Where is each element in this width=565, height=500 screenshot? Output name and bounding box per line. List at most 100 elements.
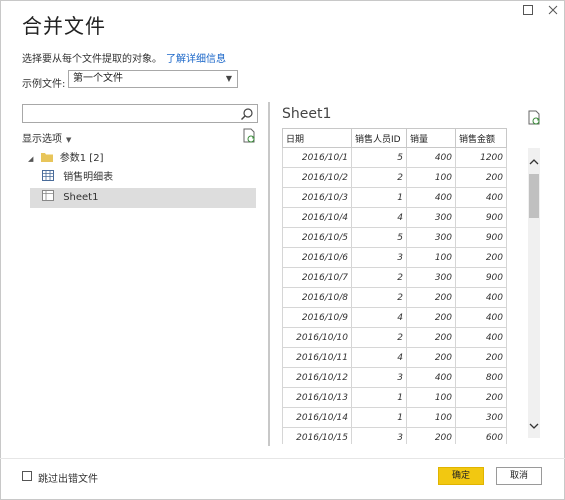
table-cell: 400 [455,187,507,208]
close-button[interactable] [546,4,560,18]
maximize-button[interactable] [521,4,535,18]
expand-triangle-icon[interactable]: ◢ [28,155,33,163]
table-cell: 2016/10/8 [282,287,352,308]
table-row: 2016/10/11 4 200 200 [282,347,507,368]
table-row: 2016/10/14 1 100 300 [282,407,507,428]
ok-button[interactable]: 确定 [438,467,484,485]
table-cell: 5 [351,227,407,248]
table-cell: 2016/10/6 [282,247,352,268]
table-cell: 2016/10/15 [282,427,352,444]
folder-label: 参数1 [2] [59,153,104,164]
table-cell: 1 [351,187,407,208]
table-row: 2016/10/13 1 100 200 [282,387,507,408]
skip-errors-checkbox[interactable] [22,471,32,481]
chevron-down-icon [529,423,539,429]
table-cell: 200 [455,347,507,368]
display-options-label: 显示选项 [22,134,62,145]
table-cell: 800 [455,367,507,388]
display-options-dropdown[interactable]: 显示选项 ▼ [22,130,71,145]
table-cell: 4 [351,307,407,328]
table-cell: 4 [351,347,407,368]
table-cell: 5 [351,147,407,168]
table-row: 2016/10/2 2 100 200 [282,167,507,188]
table-row: 2016/10/9 4 200 400 [282,307,507,328]
sample-file-value: 第一个文件 [73,73,123,84]
instruction-text: 选择要从每个文件提取的对象。 了解详细信息 [22,50,226,65]
table-cell: 2016/10/2 [282,167,352,188]
panel-divider[interactable] [268,102,270,446]
table-cell: 2016/10/9 [282,307,352,328]
preview-table-container: 日期 销售人员ID 销量 销售金额 2016/10/1 5 400 1200 2016/… [282,128,510,444]
table-cell: 400 [455,287,507,308]
preview-table: 日期 销售人员ID 销量 销售金额 2016/10/1 5 400 1200 2016/… [282,128,507,444]
table-cell: 2016/10/13 [282,387,352,408]
tree-item-sales-detail[interactable]: 销售明细表 [42,168,256,188]
table-row: 2016/10/12 3 400 800 [282,367,507,388]
table-cell: 400 [455,307,507,328]
folder-icon [40,153,53,162]
close-icon [548,5,558,15]
sheet-icon [42,190,54,201]
scroll-down-button[interactable] [528,422,540,434]
sample-file-select[interactable]: 第一个文件 ▼ [68,70,238,88]
table-cell: 200 [406,327,456,348]
chevron-down-icon: ▼ [66,136,72,144]
table-icon [42,170,54,181]
refresh-icon [528,110,540,125]
tree-item-label: Sheet1 [63,192,99,203]
table-cell: 200 [406,347,456,368]
table-cell: 100 [406,407,456,428]
column-header-amount: 销售金额 [455,128,507,148]
table-cell: 200 [455,387,507,408]
tree-item-sheet1[interactable]: Sheet1 [30,188,256,208]
table-cell: 300 [406,267,456,288]
table-cell: 2016/10/12 [282,367,352,388]
refresh-icon [243,128,255,143]
table-cell: 400 [406,147,456,168]
table-cell: 2 [351,167,407,188]
column-header-salesperson-id: 销售人员ID [351,128,407,148]
table-cell: 200 [406,427,456,444]
scroll-up-button[interactable] [528,158,540,170]
table-cell: 3 [351,427,407,444]
table-row: 2016/10/4 4 300 900 [282,207,507,228]
table-row: 2016/10/3 1 400 400 [282,187,507,208]
learn-more-link[interactable]: 了解详细信息 [166,54,226,65]
table-cell: 2016/10/3 [282,187,352,208]
table-cell: 1 [351,407,407,428]
table-cell: 300 [406,227,456,248]
footer-divider [0,458,565,459]
search-input[interactable] [22,104,258,123]
table-cell: 100 [406,247,456,268]
table-cell: 2016/10/5 [282,227,352,248]
table-row: 2016/10/8 2 200 400 [282,287,507,308]
table-cell: 200 [455,167,507,188]
table-row: 2016/10/15 3 200 600 [282,427,507,444]
preview-refresh-button[interactable] [527,110,541,129]
scrollbar-thumb[interactable] [529,174,539,218]
maximize-icon [523,5,533,15]
table-cell: 2016/10/4 [282,207,352,228]
table-header-row: 日期 销售人员ID 销量 销售金额 [282,128,507,148]
table-cell: 3 [351,367,407,388]
preview-table-body: 2016/10/1 5 400 1200 2016/10/2 2 100 200 2016/10… [282,147,507,444]
preview-title: Sheet1 [282,106,332,122]
dialog-title: 合并文件 [22,14,106,38]
table-row: 2016/10/7 2 300 900 [282,267,507,288]
column-header-quantity: 销量 [406,128,456,148]
table-cell: 200 [406,307,456,328]
table-row: 2016/10/1 5 400 1200 [282,147,507,168]
refresh-button[interactable] [242,128,256,147]
table-cell: 900 [455,267,507,288]
table-cell: 2 [351,267,407,288]
table-cell: 1200 [455,147,507,168]
table-row: 2016/10/10 2 200 400 [282,327,507,348]
table-cell: 1 [351,387,407,408]
cancel-button[interactable]: 取消 [496,467,542,485]
search-icon[interactable] [240,107,254,121]
table-cell: 2 [351,327,407,348]
table-cell: 4 [351,207,407,228]
tree-folder-row[interactable]: ◢ 参数1 [2] [28,149,256,169]
table-cell: 2016/10/1 [282,147,352,168]
table-cell: 100 [406,167,456,188]
